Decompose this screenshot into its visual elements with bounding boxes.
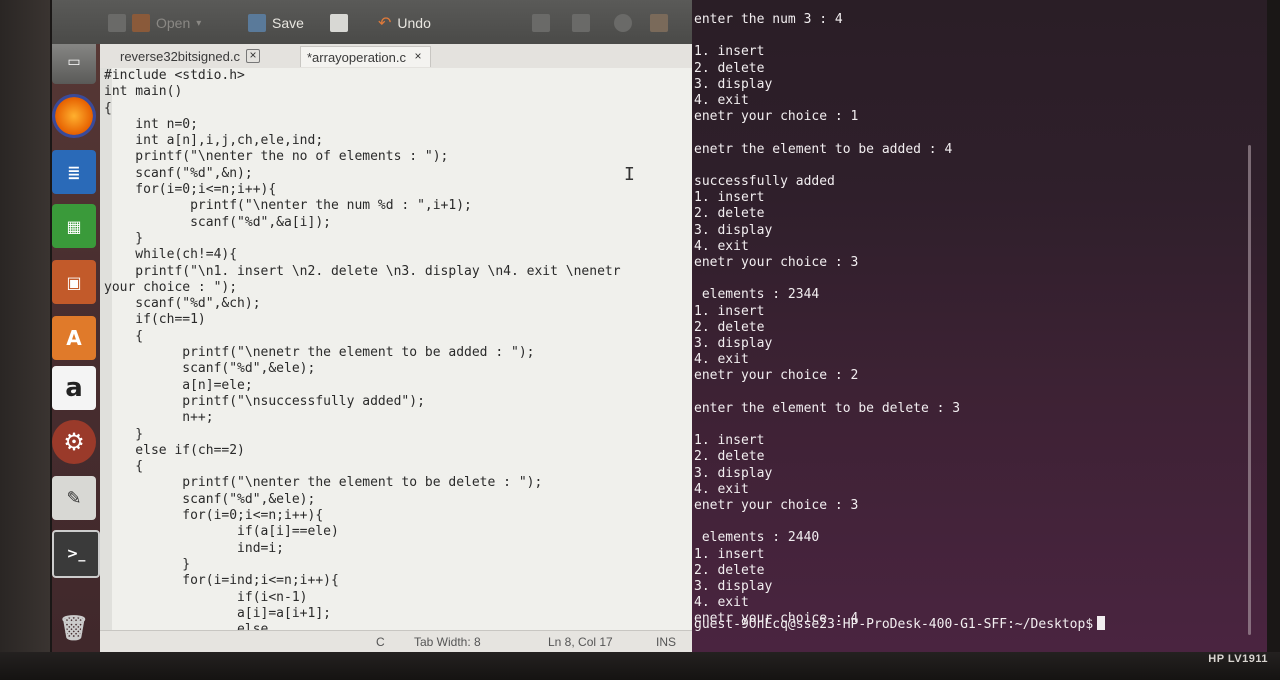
close-icon[interactable]: ×: [412, 50, 424, 63]
insert-mode: INS: [656, 635, 677, 649]
terminal-line: enetr your choice : 1: [694, 109, 859, 125]
terminal-line: enter the num 3 : 4: [694, 12, 843, 27]
tab-reverse32bitsigned[interactable]: reverse32bitsigned.c ×: [114, 46, 266, 66]
terminal-line: 3. display: [694, 222, 773, 238]
save-label: Save: [272, 15, 304, 31]
software-center-icon[interactable]: A: [52, 316, 96, 360]
editor-status-bar: C Tab Width: 8 Ln 8, Col 17 INS: [100, 630, 692, 653]
open-label: Open: [156, 15, 191, 31]
terminal-line: elements : 2440: [694, 530, 820, 546]
monitor-bezel-bottom: [0, 652, 1280, 680]
firefox-icon[interactable]: [52, 94, 96, 138]
tab-label: *arrayoperation.c: [307, 49, 406, 65]
monitor-brand: HP LV1911: [1208, 653, 1268, 665]
trash-icon[interactable]: 🗑: [52, 606, 96, 650]
terminal-line: 1. insert: [694, 433, 765, 449]
terminal-line: 2. delete: [694, 60, 765, 76]
terminal-line: 2. delete: [694, 449, 765, 465]
cursor-position: Ln 8, Col 17: [548, 635, 613, 649]
terminal-line: 3. display: [694, 336, 773, 351]
terminal-line: enetr the element to be added : 4: [694, 141, 953, 157]
copy-button[interactable]: [572, 12, 590, 34]
terminal-line: 3. display: [694, 465, 773, 481]
terminal-line: 2. delete: [694, 206, 765, 222]
terminal-icon[interactable]: >_: [52, 530, 100, 578]
terminal-line: 4. exit: [694, 481, 749, 497]
terminal-line: 1. insert: [694, 44, 765, 60]
text-cursor-icon: I: [624, 164, 635, 185]
search-icon: [614, 14, 632, 32]
terminal-line: enetr your choice : 3: [694, 255, 859, 270]
replace-icon: [650, 14, 668, 32]
impress-icon[interactable]: ▣: [52, 260, 96, 304]
save-button[interactable]: Save: [248, 12, 304, 34]
monitor-bezel-left: [0, 0, 50, 680]
terminal-prompt-line[interactable]: guest-9OnEcq@sse23-HP-ProDesk-400-G1-SFF…: [694, 616, 1106, 632]
terminal-scrollbar[interactable]: [1248, 145, 1251, 635]
find-button[interactable]: [614, 12, 632, 34]
terminal-line: 1. insert: [694, 546, 765, 562]
terminal-line: successfully added: [694, 174, 835, 189]
cut-button[interactable]: [532, 12, 550, 34]
language-selector[interactable]: C: [376, 635, 385, 649]
close-icon[interactable]: ×: [245, 49, 260, 63]
terminal-line: 4. exit: [694, 238, 749, 254]
terminal-line: enter the element to be delete : 3: [694, 400, 961, 416]
tab-width-selector[interactable]: Tab Width: 8: [414, 635, 481, 649]
terminal-line: 4. exit: [694, 352, 749, 368]
terminal-cursor: [1097, 616, 1106, 630]
terminal-window[interactable]: [692, 0, 1267, 652]
text-editor-icon[interactable]: ✎: [52, 476, 96, 520]
terminal-line: enetr your choice : 3: [694, 498, 859, 513]
undo-button[interactable]: ↶ Undo: [378, 12, 431, 34]
terminal-line: 1. insert: [694, 303, 765, 319]
cut-icon: [532, 14, 550, 32]
print-icon: [330, 14, 348, 32]
files-icon[interactable]: ▭: [52, 40, 96, 84]
open-button[interactable]: Open ▾: [108, 12, 201, 34]
terminal-line: 2. delete: [694, 562, 765, 578]
terminal-line: 4. exit: [694, 93, 749, 108]
editor-tab-bar: reverse32bitsigned.c × *arrayoperation.c…: [100, 44, 692, 69]
amazon-icon[interactable]: a: [52, 366, 96, 410]
replace-button[interactable]: [650, 12, 668, 34]
writer-icon[interactable]: ≣: [52, 150, 96, 194]
terminal-line: elements : 2344: [694, 287, 820, 303]
chevron-down-icon: ▾: [196, 17, 202, 29]
terminal-line: 3. display: [694, 579, 773, 594]
terminal-line: 1. insert: [694, 190, 765, 206]
terminal-line: enetr your choice : 2: [694, 368, 859, 384]
terminal-line: 4. exit: [694, 595, 749, 611]
print-button[interactable]: [330, 12, 348, 34]
terminal-line: 2. delete: [694, 319, 765, 335]
terminal-line: 3. display: [694, 76, 773, 92]
calc-icon[interactable]: ▦: [52, 204, 96, 248]
folder-icon: [132, 14, 150, 32]
shell-prompt: guest-9OnEcq@sse23-HP-ProDesk-400-G1-SFF…: [694, 617, 1094, 632]
editor-toolbar: Open ▾ Save ↶ Undo: [52, 0, 692, 44]
undo-icon: ↶: [378, 15, 392, 32]
tab-label: reverse32bitsigned.c: [120, 48, 240, 64]
save-icon: [248, 14, 266, 32]
copy-icon: [572, 14, 590, 32]
source-code[interactable]: #include <stdio.h> int main() { int n=0;…: [104, 68, 621, 638]
settings-icon[interactable]: ⚙: [52, 420, 96, 464]
open-icon: [108, 14, 126, 32]
tab-arrayoperation[interactable]: *arrayoperation.c ×: [300, 46, 431, 67]
undo-label: Undo: [397, 15, 431, 31]
